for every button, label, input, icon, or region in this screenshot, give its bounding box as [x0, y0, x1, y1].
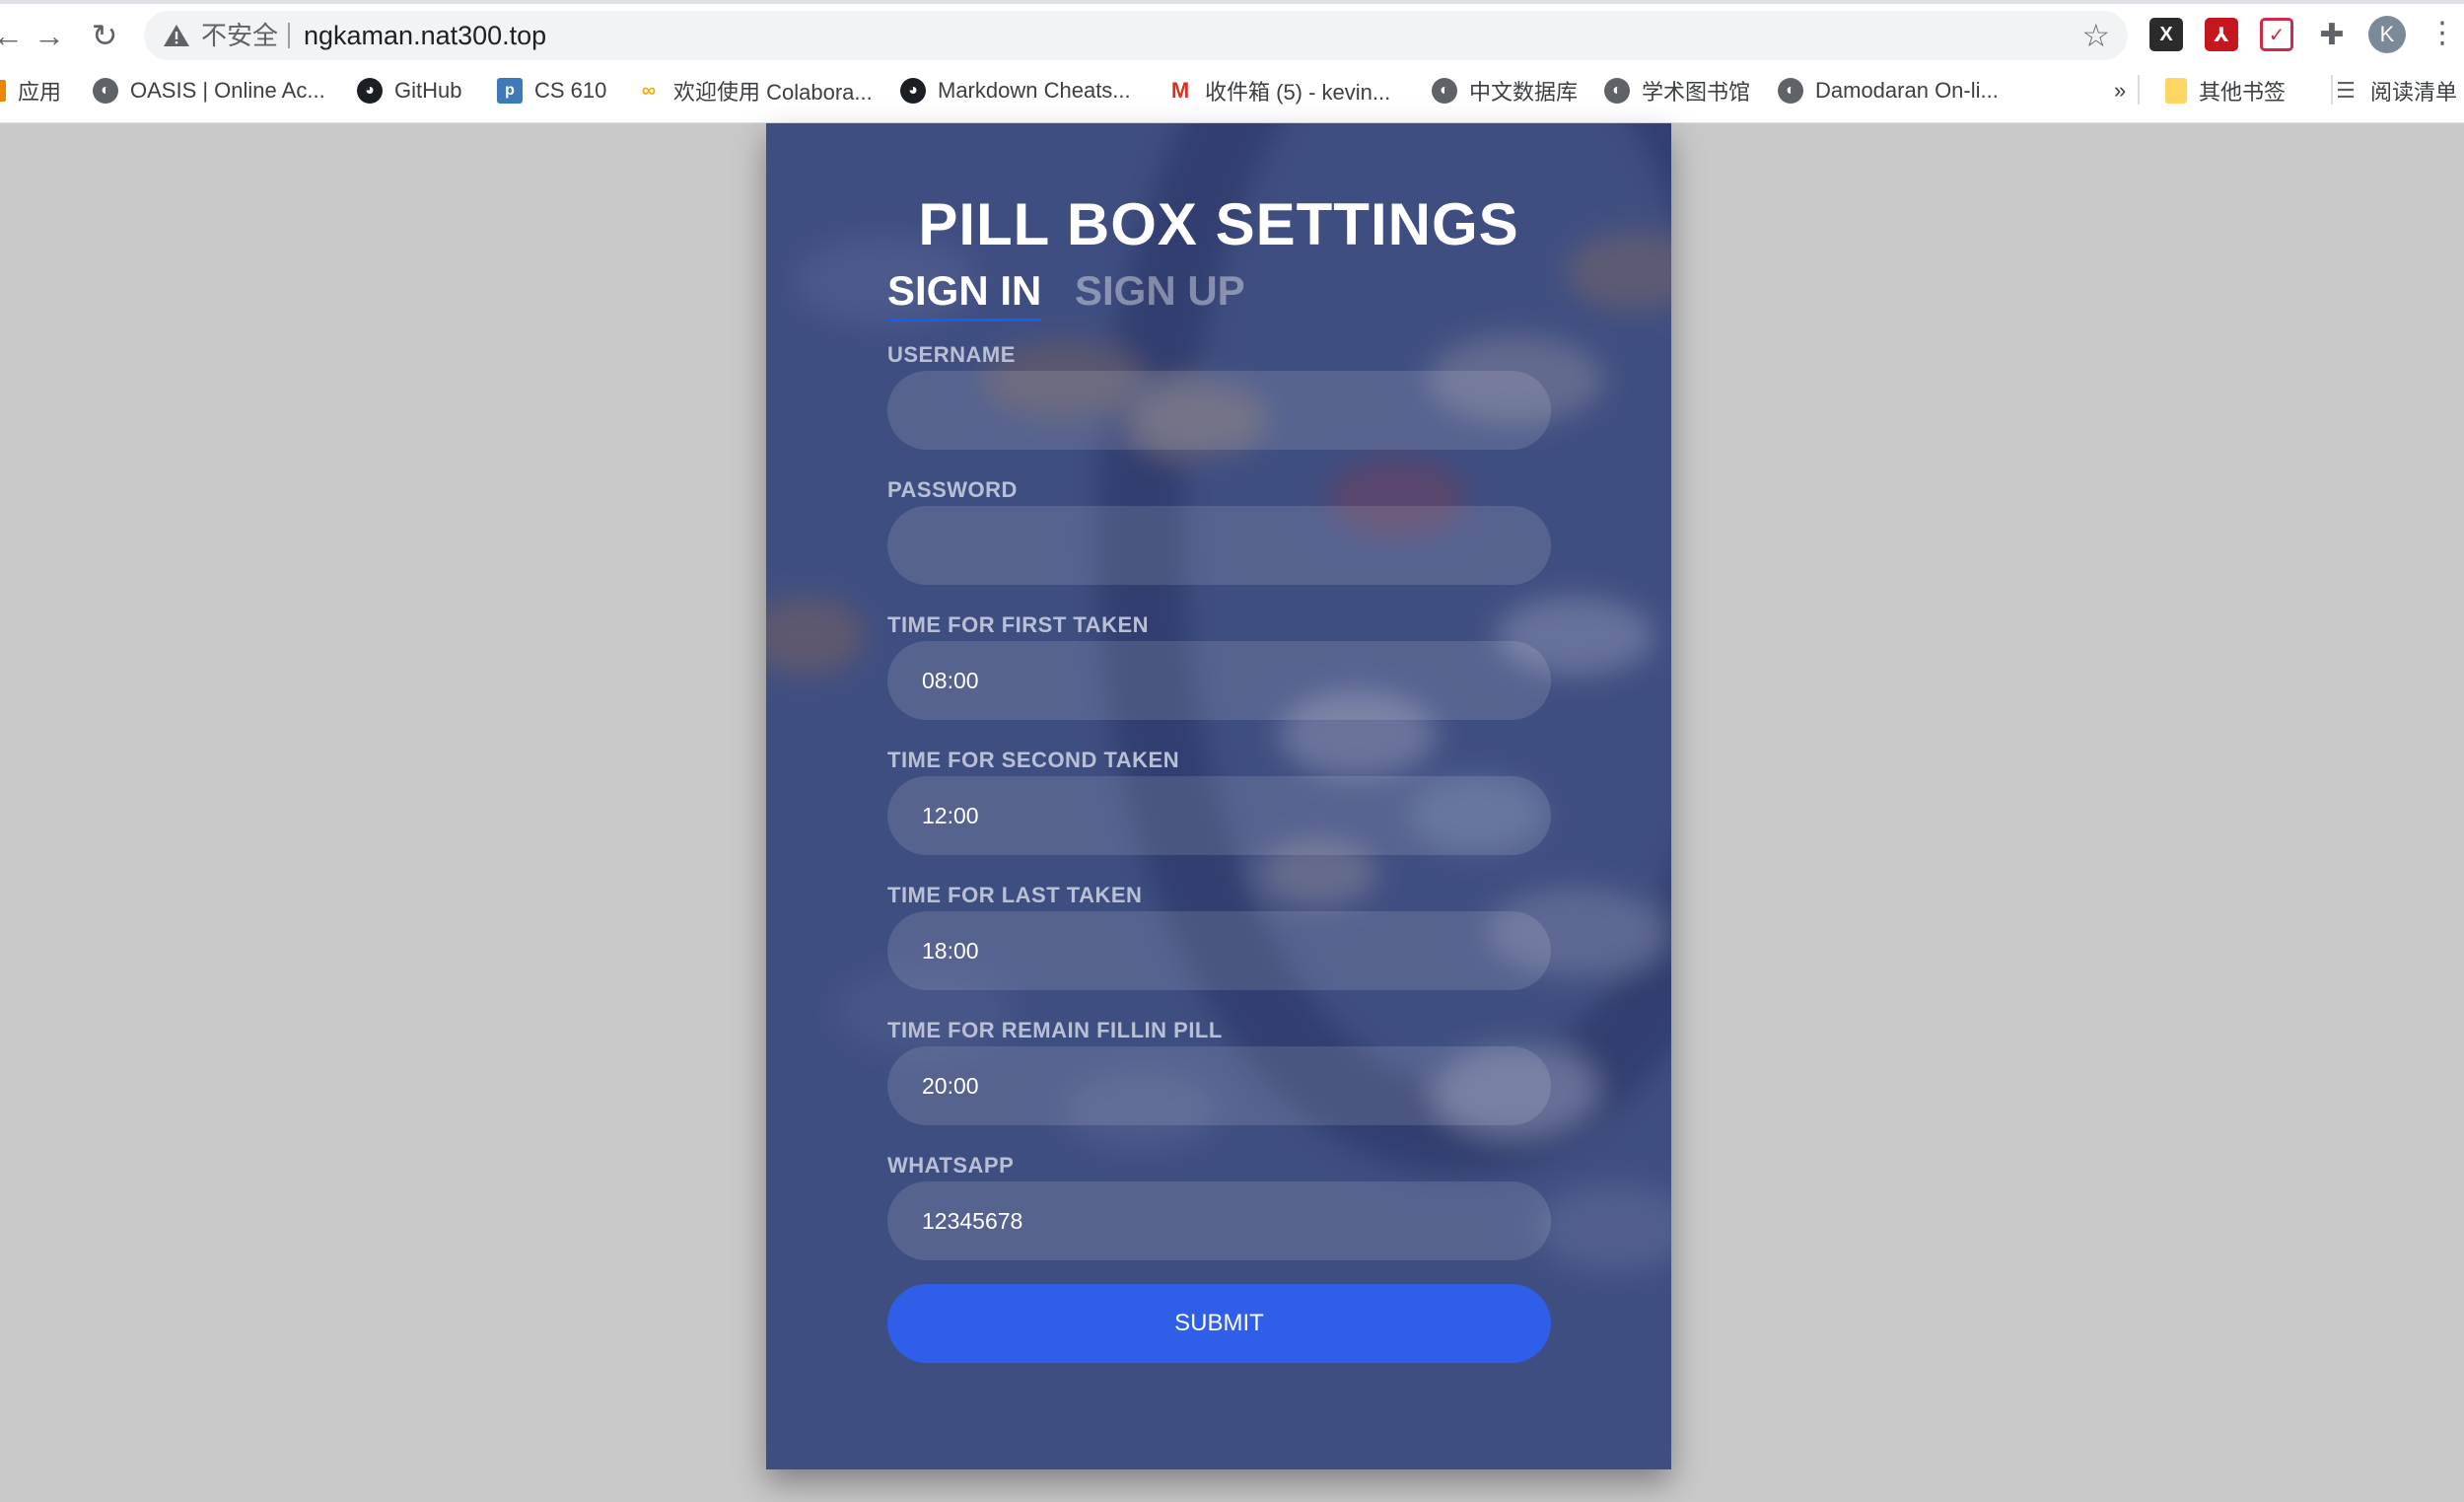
bookmark-markdown[interactable]: ◕ Markdown Cheats...: [900, 75, 1131, 107]
gmail-icon: M: [1170, 78, 1190, 103]
warning-icon: [164, 25, 189, 46]
reload-button[interactable]: ↻: [83, 14, 126, 57]
username-input[interactable]: [887, 371, 1551, 450]
piazza-icon: p: [497, 78, 523, 104]
insecure-label[interactable]: 不安全: [201, 21, 278, 50]
bookmark-label: 欢迎使用 Colabora...: [673, 80, 873, 105]
tab-sign-in[interactable]: SIGN IN: [887, 267, 1042, 322]
bookmark-damodaran[interactable]: ◐ Damodaran On-li...: [1778, 75, 1999, 107]
forward-arrow-icon: →: [34, 17, 65, 53]
bookmark-oasis[interactable]: ◐ OASIS | Online Ac...: [93, 75, 325, 107]
colab-icon: ∞: [641, 79, 657, 102]
bookmark-chinese-db[interactable]: ◐ 中文数据库: [1432, 75, 1578, 107]
reading-list-icon: ☰: [2336, 78, 2356, 103]
browser-chrome: ← → ↻ 不安全 ngkaman.nat300.top ☆ X ⅄ ✓ ✚ K…: [0, 0, 2464, 123]
bookmark-apps[interactable]: 应用: [0, 75, 61, 107]
globe-icon: ◐: [1432, 78, 1457, 104]
other-bookmarks-folder[interactable]: 其他书签: [2165, 75, 2286, 107]
page-viewport: PILL BOX SETTINGS SIGN IN SIGN UP USERNA…: [0, 123, 2464, 1502]
bookmark-github[interactable]: ◕ GitHub: [357, 75, 461, 107]
whatsapp-label: WHATSAPP: [887, 1153, 1015, 1178]
bookmark-library[interactable]: ◐ 学术图书馆: [1604, 75, 1750, 107]
username-label: USERNAME: [887, 342, 1016, 367]
apps-grid-icon: [0, 80, 6, 102]
bookmarks-bar: 应用 ◐ OASIS | Online Ac... ◕ GitHub p CS …: [0, 71, 2464, 110]
bookmark-colab[interactable]: ∞ 欢迎使用 Colabora...: [636, 75, 873, 107]
bookmark-label: 学术图书馆: [1642, 80, 1751, 105]
folder-icon: [2165, 78, 2187, 104]
bookmark-label: CS 610: [534, 78, 607, 103]
first-taken-label: TIME FOR FIRST TAKEN: [887, 612, 1150, 637]
bookmark-label: 应用: [18, 80, 62, 105]
back-arrow-icon: ←: [0, 17, 24, 53]
profile-avatar[interactable]: K: [2368, 16, 2406, 53]
tab-strip: [0, 0, 2464, 4]
bookmark-label: 阅读清单: [2370, 80, 2458, 105]
globe-icon: ◐: [93, 78, 118, 104]
first-taken-input[interactable]: [887, 641, 1551, 720]
bookmark-gmail[interactable]: M 收件箱 (5) - kevin...: [1167, 75, 1390, 107]
url-text[interactable]: ngkaman.nat300.top: [304, 20, 546, 51]
second-taken-label: TIME FOR SECOND TAKEN: [887, 748, 1180, 772]
forward-button[interactable]: →: [28, 14, 71, 57]
pocket-extension-icon[interactable]: ✓: [2260, 18, 2293, 51]
password-input[interactable]: [887, 506, 1551, 585]
back-button[interactable]: ←: [0, 14, 30, 57]
last-taken-input[interactable]: [887, 911, 1551, 990]
settings-form: PILL BOX SETTINGS SIGN IN SIGN UP USERNA…: [766, 123, 1671, 1469]
overflow-chevron-icon: »: [2114, 78, 2127, 103]
bookmark-label: 中文数据库: [1469, 80, 1579, 105]
puzzle-extensions-icon[interactable]: ✚: [2315, 18, 2349, 51]
settings-card: PILL BOX SETTINGS SIGN IN SIGN UP USERNA…: [766, 123, 1671, 1469]
extension-x-icon[interactable]: X: [2149, 18, 2183, 51]
bookmark-label: GitHub: [394, 78, 462, 103]
omnibox-separator: [288, 23, 290, 48]
bookmark-cs610[interactable]: p CS 610: [497, 75, 606, 107]
bookmark-label: Markdown Cheats...: [938, 78, 1131, 103]
globe-icon: ◐: [1604, 78, 1630, 104]
remain-fillin-input[interactable]: [887, 1046, 1551, 1125]
acrobat-extension-icon[interactable]: ⅄: [2205, 18, 2238, 51]
github-icon: ◕: [900, 78, 926, 104]
bookmark-label: OASIS | Online Ac...: [130, 78, 325, 103]
globe-icon: ◐: [1778, 78, 1803, 104]
bookmark-label: Damodaran On-li...: [1815, 78, 1999, 103]
address-bar[interactable]: 不安全 ngkaman.nat300.top ☆: [144, 11, 2128, 60]
bookmarks-overflow-button[interactable]: »: [2114, 75, 2126, 107]
reload-icon: ↻: [91, 18, 118, 53]
tab-sign-up[interactable]: SIGN UP: [1075, 267, 1245, 319]
browser-menu-icon[interactable]: ⋮: [2428, 16, 2457, 55]
bookmarks-divider: [2138, 75, 2140, 105]
bookmark-label: 收件箱 (5) - kevin...: [1205, 80, 1391, 105]
second-taken-input[interactable]: [887, 776, 1551, 855]
password-label: PASSWORD: [887, 477, 1018, 502]
whatsapp-input[interactable]: [887, 1181, 1551, 1260]
last-taken-label: TIME FOR LAST TAKEN: [887, 883, 1143, 907]
bookmark-star-icon[interactable]: ☆: [2081, 19, 2110, 52]
page-title: PILL BOX SETTINGS: [918, 191, 1519, 257]
bookmark-label: 其他书签: [2199, 80, 2287, 105]
submit-button[interactable]: SUBMIT: [887, 1284, 1551, 1363]
reading-list-button[interactable]: ☰ 阅读清单: [2333, 75, 2457, 107]
github-icon: ◕: [357, 78, 383, 104]
remain-fillin-label: TIME FOR REMAIN FILLIN PILL: [887, 1018, 1223, 1042]
